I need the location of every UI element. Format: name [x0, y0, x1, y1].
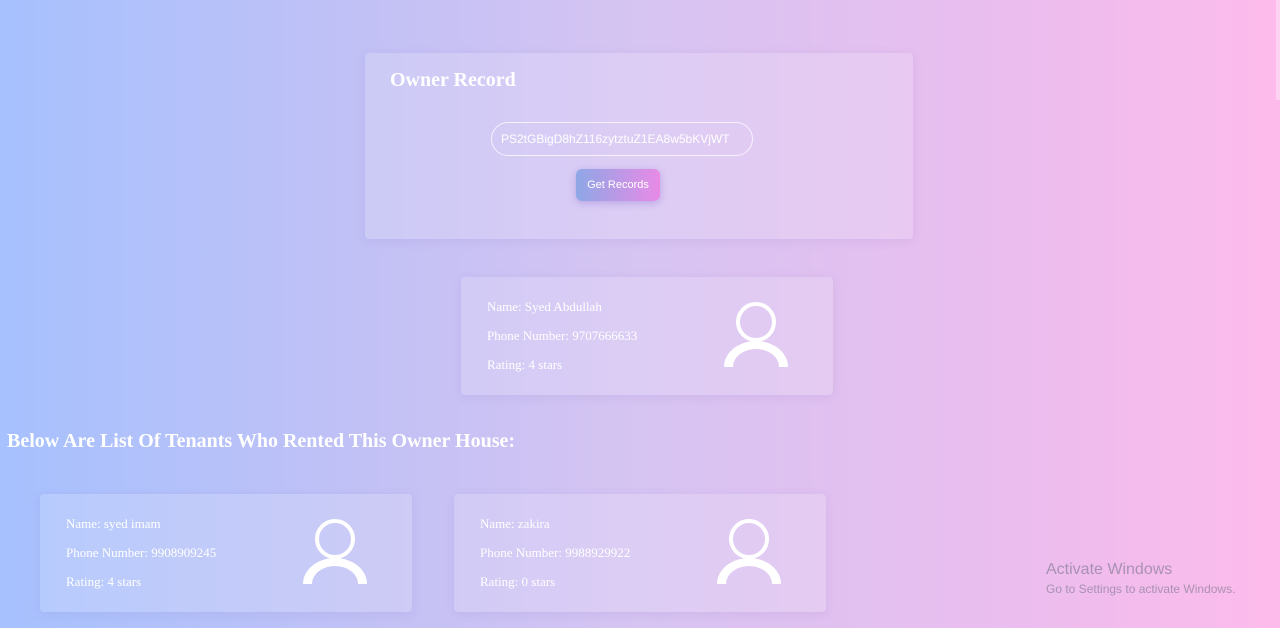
- owner-record-title: Owner Record: [390, 69, 516, 91]
- watermark-subtitle: Go to Settings to activate Windows.: [1046, 582, 1236, 596]
- watermark-title: Activate Windows: [1046, 561, 1173, 578]
- scrollbar[interactable]: [1276, 0, 1280, 100]
- user-icon: [717, 519, 781, 584]
- owner-name: Name: Syed Abdullah: [487, 299, 602, 314]
- owner-card: Name: Syed Abdullah Phone Number: 970766…: [461, 277, 833, 395]
- page: { "owner_record": { "title": "Owner Reco…: [0, 0, 1280, 628]
- tenant-phone: Phone Number: 9988929922: [480, 545, 631, 560]
- tenant-rating: Rating: 0 stars: [480, 574, 556, 589]
- tenant-card: Name: syed imam Phone Number: 9908909245…: [40, 494, 412, 612]
- owner-phone: Phone Number: 9707666633: [487, 328, 638, 343]
- get-records-button[interactable]: Get Records: [576, 169, 660, 201]
- user-icon: [724, 302, 788, 367]
- tenant-name: Name: syed imam: [66, 516, 161, 531]
- tenant-name: Name: zakira: [480, 516, 550, 531]
- owner-rating: Rating: 4 stars: [487, 357, 563, 372]
- activate-windows-watermark: Activate Windows Go to Settings to activ…: [1046, 560, 1235, 598]
- tenants-heading: Below Are List Of Tenants Who Rented Thi…: [7, 430, 516, 452]
- user-icon: [303, 519, 367, 584]
- tenant-card: Name: zakira Phone Number: 9988929922 Ra…: [454, 494, 826, 612]
- tenant-rating: Rating: 4 stars: [66, 574, 142, 589]
- tenant-phone: Phone Number: 9908909245: [66, 545, 217, 560]
- owner-record-panel: Owner Record Get Records: [365, 53, 913, 239]
- owner-address-input[interactable]: [491, 122, 753, 156]
